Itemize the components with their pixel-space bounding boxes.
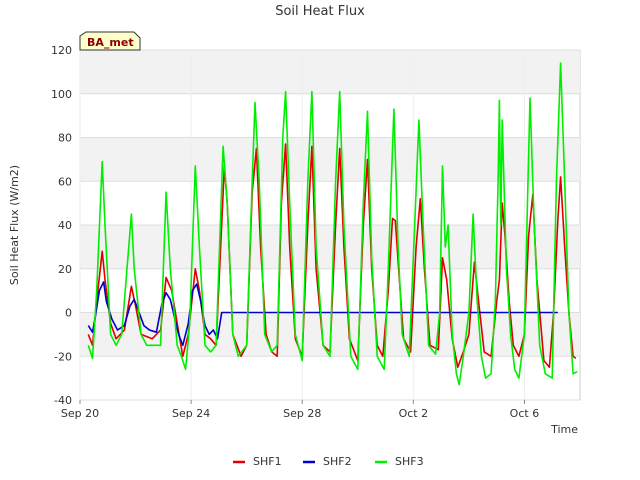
y-tick-label: 20 [58, 263, 72, 276]
y-tick-label: 0 [65, 307, 72, 320]
background-band [80, 137, 580, 182]
x-axis-label: Time [550, 423, 578, 436]
x-tick-label: Sep 28 [283, 407, 321, 420]
background-band [80, 50, 580, 94]
legend-label-shf3: SHF3 [395, 455, 424, 468]
y-tick-label: 100 [51, 88, 72, 101]
x-tick-label: Oct 2 [399, 407, 429, 420]
legend: SHF1 SHF2 SHF3 [233, 455, 424, 468]
y-tick-label: 80 [58, 132, 72, 145]
chart-title: Soil Heat Flux [275, 4, 365, 19]
y-axis-label: Soil Heat Flux (W/m2) [8, 165, 21, 285]
soil-heat-flux-chart: Soil Heat Flux -40 -20 0 20 40 60 80 100 120 Sep… [8, 4, 581, 468]
x-tick-label: Sep 20 [61, 407, 99, 420]
legend-label-shf1: SHF1 [253, 455, 282, 468]
y-tick-label: 40 [58, 219, 72, 232]
x-tick-label: Oct 6 [510, 407, 540, 420]
y-tick-label: 120 [51, 44, 72, 57]
x-axis-ticks: Sep 20 Sep 24 Sep 28 Oct 2 Oct 6 [61, 400, 539, 420]
y-tick-label: -40 [54, 394, 72, 407]
x-tick-label: Sep 24 [172, 407, 210, 420]
y-tick-label: -20 [54, 350, 72, 363]
legend-label-shf2: SHF2 [323, 455, 352, 468]
station-badge: BA_met [79, 31, 141, 51]
y-tick-label: 60 [58, 175, 72, 188]
y-axis-ticks: -40 -20 0 20 40 60 80 100 120 [51, 44, 72, 407]
badge-label: BA_met [87, 36, 134, 49]
